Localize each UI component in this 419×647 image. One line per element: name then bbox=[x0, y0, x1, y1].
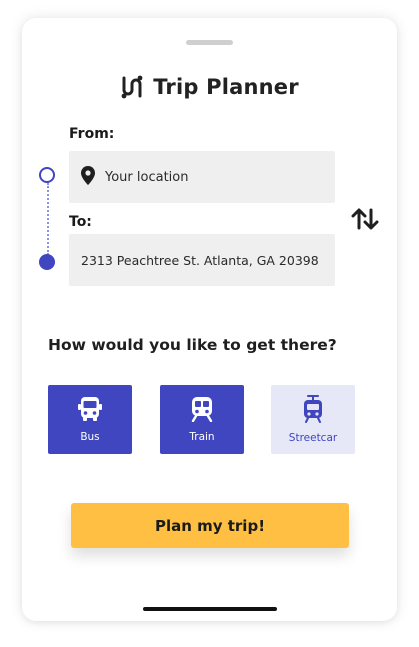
trip-planner-sheet: Trip Planner From: Your location To: 231… bbox=[22, 18, 397, 621]
page-title: Trip Planner bbox=[153, 75, 299, 99]
from-label: From: bbox=[69, 126, 115, 142]
swap-vertical-icon bbox=[350, 206, 380, 236]
map-pin-icon bbox=[81, 165, 95, 189]
to-field[interactable]: 2313 Peachtree St. Atlanta, GA 20398 bbox=[69, 234, 335, 286]
mode-bus-label: Bus bbox=[80, 431, 100, 443]
header: Trip Planner bbox=[22, 74, 397, 100]
mode-train-button[interactable]: Train bbox=[160, 385, 244, 454]
to-label: To: bbox=[69, 214, 92, 230]
mode-streetcar-label: Streetcar bbox=[288, 432, 338, 444]
to-value: 2313 Peachtree St. Atlanta, GA 20398 bbox=[81, 252, 319, 268]
streetcar-icon bbox=[301, 395, 325, 426]
from-field[interactable]: Your location bbox=[69, 151, 335, 203]
mode-train-label: Train bbox=[189, 431, 215, 443]
transport-question: How would you like to get there? bbox=[48, 336, 337, 354]
route-end-marker bbox=[39, 254, 55, 270]
route-start-marker bbox=[39, 167, 55, 183]
route-connector-line bbox=[47, 183, 49, 255]
bus-icon bbox=[77, 396, 103, 425]
mode-bus-button[interactable]: Bus bbox=[48, 385, 132, 454]
sheet-grab-handle[interactable] bbox=[186, 40, 233, 45]
from-value: Your location bbox=[105, 169, 189, 185]
mode-streetcar-button[interactable]: Streetcar bbox=[271, 385, 355, 454]
train-icon bbox=[190, 396, 214, 425]
plan-trip-button[interactable]: Plan my trip! bbox=[71, 503, 349, 548]
route-logo-icon bbox=[120, 74, 144, 100]
home-indicator[interactable] bbox=[143, 607, 277, 611]
swap-locations-button[interactable] bbox=[348, 204, 382, 238]
